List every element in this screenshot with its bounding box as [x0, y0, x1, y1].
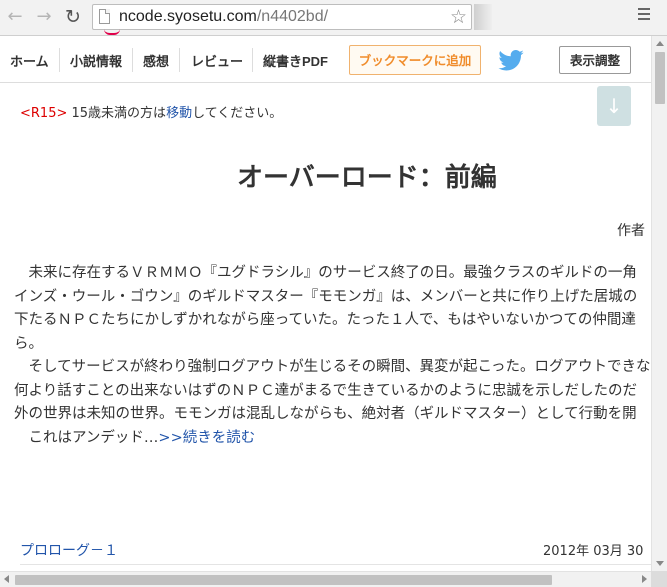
address-bar[interactable]: ncode.syosetu.com/n4402bd/ ☆	[92, 4, 472, 30]
display-settings-button[interactable]: 表示調整	[559, 46, 631, 74]
red-underline-mark	[104, 29, 120, 35]
r15-badge: <R15>	[20, 106, 68, 121]
nav-vertical-pdf[interactable]: 縦書きPDF	[263, 51, 328, 70]
synopsis-last-text: これはアンデッド…	[14, 429, 159, 446]
nav-divider	[132, 48, 133, 72]
nav-review[interactable]: レビュー	[191, 51, 243, 70]
notice-text-after: してください。	[192, 106, 283, 121]
author-label: 作者	[617, 223, 645, 239]
notice-move-link[interactable]: 移動	[166, 106, 192, 121]
scroll-right-arrow-icon[interactable]	[642, 575, 647, 583]
synopsis-line: 下たるＮＰＣたちにかしずかれながら座っていた。たった１人で、もはやいないかつての…	[14, 312, 636, 328]
nav-novel-info[interactable]: 小説情報	[70, 51, 122, 70]
add-bookmark-button[interactable]: ブックマークに追加	[349, 45, 481, 75]
url-host: ncode.syosetu.com	[119, 8, 257, 25]
chapter-list-item[interactable]: プロローグ－１ 2012年 03月 30	[20, 540, 651, 565]
nav-home[interactable]: ホーム	[10, 51, 49, 70]
browser-toolbar: ← → ↻ ncode.syosetu.com/n4402bd/ ☆	[0, 0, 667, 36]
back-arrow-icon[interactable]: ←	[4, 6, 26, 28]
nav-divider	[252, 48, 253, 72]
twitter-icon[interactable]	[498, 50, 524, 71]
synopsis: 未来に存在するＶＲＭＭＯ『ユグドラシル』のサービス終了の日。最強クラスのギルドの…	[14, 262, 651, 450]
chapter-date: 2012年 03月 30	[543, 544, 644, 559]
synopsis-line: 未来に存在するＶＲＭＭＯ『ユグドラシル』のサービス終了の日。最強クラスのギルドの…	[14, 265, 637, 281]
notice-text-before: 15歳未満の方は	[67, 106, 167, 121]
synopsis-line: インズ・ウール・ゴウン』のギルドマスター『モモンガ』は、メンバーと共に作り上げた…	[14, 288, 638, 305]
synopsis-line: ら。	[14, 335, 43, 352]
chapter-divider	[20, 564, 651, 565]
nav-divider	[59, 48, 60, 72]
forward-arrow-icon[interactable]: →	[33, 6, 55, 28]
bookmark-star-icon[interactable]: ☆	[450, 6, 467, 28]
synopsis-line: 外の世界は未知の世界。モモンガは混乱しながらも、絶対者（ギルドマスター）として行…	[14, 406, 637, 422]
chapter-title-link[interactable]: プロローグ－１	[20, 540, 118, 560]
vertical-scrollbar[interactable]	[651, 36, 667, 571]
synopsis-line: 何より話すことの出来ないはずのＮＰＣ達がまるで生きているかのように忠誠を示しだし…	[14, 382, 638, 399]
scroll-down-arrow-icon[interactable]	[656, 561, 664, 566]
browser-menu-icon[interactable]	[638, 8, 650, 23]
toolbar-extension-area	[474, 4, 492, 30]
reload-icon[interactable]: ↻	[62, 6, 84, 28]
scrollbar-corner	[651, 571, 667, 587]
synopsis-last-line: これはアンデッド…>>続きを読む	[14, 427, 651, 451]
url-text: ncode.syosetu.com/n4402bd/	[119, 8, 328, 26]
novel-title: オーバーロード：前編	[237, 163, 497, 193]
synopsis-line: そしてサービスが終わり強制ログアウトが生じるその瞬間、異変が起こった。ログアウト…	[14, 359, 651, 375]
site-nav: ホーム 小説情報 感想 レビュー 縦書きPDF ブックマークに追加 表示調整	[0, 36, 651, 83]
scroll-left-arrow-icon[interactable]	[4, 575, 9, 583]
url-path: /n4402bd/	[256, 8, 329, 25]
page-icon	[99, 9, 110, 24]
nav-divider	[179, 48, 180, 72]
age-rating-notice: <R15> 15歳未満の方は移動してください。	[20, 102, 282, 121]
horizontal-scroll-thumb[interactable]	[15, 575, 552, 585]
scroll-down-button[interactable]: ↓	[597, 86, 631, 126]
nav-impressions[interactable]: 感想	[143, 51, 169, 70]
vertical-scroll-thumb[interactable]	[655, 52, 665, 104]
read-more-link[interactable]: >>続きを読む	[158, 430, 255, 446]
horizontal-scrollbar[interactable]	[0, 571, 651, 587]
scroll-up-arrow-icon[interactable]	[656, 41, 664, 46]
